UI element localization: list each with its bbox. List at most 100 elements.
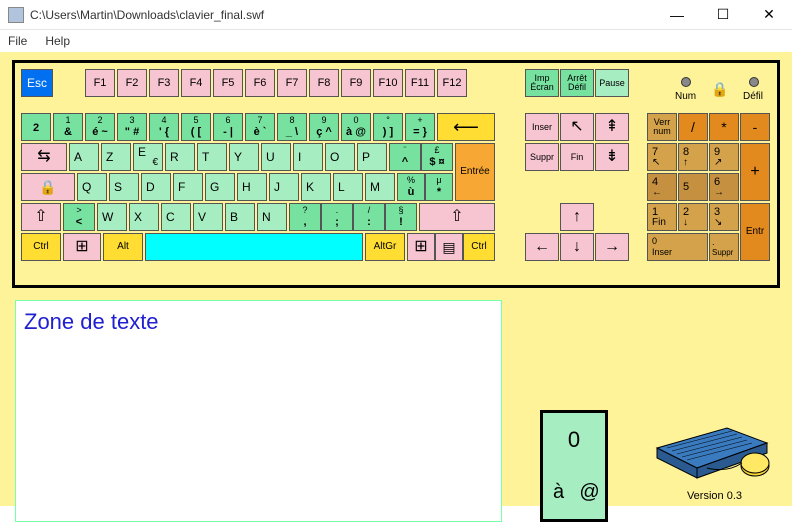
key-mu[interactable]: μ* [425, 173, 453, 201]
key-numlock[interactable]: Verr num [647, 113, 677, 141]
key-t[interactable]: T [197, 143, 227, 171]
key-row1-8[interactable]: 8_ \ [277, 113, 307, 141]
key-altgr[interactable]: AltGr [365, 233, 405, 261]
key-numpad-sub[interactable]: - [740, 113, 770, 141]
key-o[interactable]: O [325, 143, 355, 171]
key-tab[interactable]: ⇆ [21, 143, 67, 171]
key-q[interactable]: Q [77, 173, 107, 201]
key-numpad-6[interactable]: 6→ [709, 173, 739, 201]
key-arrow-left[interactable]: ← [525, 233, 559, 261]
key-numpad-3[interactable]: 3↘ [709, 203, 739, 231]
key-ctrl-right[interactable]: Ctrl [463, 233, 495, 261]
minimize-button[interactable]: — [654, 0, 700, 30]
key-backspace[interactable]: ⟵ [437, 113, 495, 141]
key-numpad-add[interactable]: + [740, 143, 770, 201]
key-h[interactable]: H [237, 173, 267, 201]
key-row1-2[interactable]: 2é ~ [85, 113, 115, 141]
text-area[interactable]: Zone de texte [15, 300, 502, 522]
key-f[interactable]: F [173, 173, 203, 201]
key-numpad-1[interactable]: 1Fin [647, 203, 677, 231]
key-m[interactable]: M [365, 173, 395, 201]
key-pause[interactable]: Pause [595, 69, 629, 97]
key-f9[interactable]: F9 [341, 69, 371, 97]
key-f1[interactable]: F1 [85, 69, 115, 97]
key-shift-left[interactable]: ⇧ [21, 203, 61, 231]
key-menu[interactable]: ▤ [435, 233, 463, 261]
key-f12[interactable]: F12 [437, 69, 467, 97]
key-row1-12[interactable]: += } [405, 113, 435, 141]
key-f8[interactable]: F8 [309, 69, 339, 97]
key-k[interactable]: K [301, 173, 331, 201]
key-i[interactable]: I [293, 143, 323, 171]
key-numpad-0[interactable]: 0Inser [647, 233, 708, 261]
key-row1-9[interactable]: 9ç ^ [309, 113, 339, 141]
key-space[interactable] [145, 233, 363, 261]
menu-file[interactable]: File [8, 34, 27, 48]
key-a[interactable]: A [69, 143, 99, 171]
key-numpad-enter[interactable]: Entr [740, 203, 770, 261]
key-z[interactable]: Z [101, 143, 131, 171]
key-f11[interactable]: F11 [405, 69, 435, 97]
key-semicolon[interactable]: .; [321, 203, 353, 231]
key-numpad-9[interactable]: 9↗ [709, 143, 739, 171]
key-row1-5[interactable]: 5( [ [181, 113, 211, 141]
key-win-right[interactable]: ⊞ [407, 233, 435, 261]
key-d[interactable]: D [141, 173, 171, 201]
key-less[interactable]: >< [63, 203, 95, 231]
key-print-screen[interactable]: Imp Écran [525, 69, 559, 97]
maximize-button[interactable]: ☐ [700, 0, 746, 30]
key-colon[interactable]: /: [353, 203, 385, 231]
close-button[interactable]: ✕ [746, 0, 792, 30]
key-home[interactable]: ↖ [560, 113, 594, 141]
key-end[interactable]: Fin [560, 143, 594, 171]
key-comma[interactable]: ?, [289, 203, 321, 231]
key-caps-lock[interactable]: 🔒 [21, 173, 75, 201]
key-f2[interactable]: F2 [117, 69, 147, 97]
key-numpad-7[interactable]: 7↖ [647, 143, 677, 171]
key-esc[interactable]: Esc [21, 69, 53, 97]
key-f5[interactable]: F5 [213, 69, 243, 97]
key-arrow-up[interactable]: ↑ [560, 203, 594, 231]
key-scroll-lock[interactable]: Arrêt Défil [560, 69, 594, 97]
key-b[interactable]: B [225, 203, 255, 231]
key-r[interactable]: R [165, 143, 195, 171]
key-f7[interactable]: F7 [277, 69, 307, 97]
key-v[interactable]: V [193, 203, 223, 231]
key-numpad-mul[interactable]: * [709, 113, 739, 141]
key-f6[interactable]: F6 [245, 69, 275, 97]
key-g[interactable]: G [205, 173, 235, 201]
key-dollar[interactable]: £$ ¤ [421, 143, 453, 171]
key-numpad-5[interactable]: 5 [678, 173, 708, 201]
key-numpad-dot[interactable]: .Suppr [709, 233, 739, 261]
key-pgdn[interactable]: ⇟ [595, 143, 629, 171]
key-enter[interactable]: Entrée [455, 143, 495, 201]
key-pgup[interactable]: ⇞ [595, 113, 629, 141]
key-exclaim[interactable]: §! [385, 203, 417, 231]
key-row1-4[interactable]: 4' { [149, 113, 179, 141]
key-row1-0[interactable]: 2 [21, 113, 51, 141]
key-c[interactable]: C [161, 203, 191, 231]
key-circumflex[interactable]: ¨^ [389, 143, 421, 171]
key-numpad-4[interactable]: 4← [647, 173, 677, 201]
key-f3[interactable]: F3 [149, 69, 179, 97]
key-row1-7[interactable]: 7è ` [245, 113, 275, 141]
key-shift-right[interactable]: ⇧ [419, 203, 495, 231]
key-n[interactable]: N [257, 203, 287, 231]
key-row1-10[interactable]: 0à @ [341, 113, 371, 141]
key-l[interactable]: L [333, 173, 363, 201]
key-win-left[interactable]: ⊞ [63, 233, 101, 261]
key-p[interactable]: P [357, 143, 387, 171]
key-arrow-right[interactable]: → [595, 233, 629, 261]
key-row1-3[interactable]: 3" # [117, 113, 147, 141]
key-row1-11[interactable]: °) ] [373, 113, 403, 141]
key-y[interactable]: Y [229, 143, 259, 171]
key-delete[interactable]: Suppr [525, 143, 559, 171]
key-insert[interactable]: Inser [525, 113, 559, 141]
key-s[interactable]: S [109, 173, 139, 201]
key-w[interactable]: W [97, 203, 127, 231]
key-ctrl-left[interactable]: Ctrl [21, 233, 61, 261]
key-f10[interactable]: F10 [373, 69, 403, 97]
key-e[interactable]: E€ [133, 143, 163, 171]
key-arrow-down[interactable]: ↓ [560, 233, 594, 261]
key-numpad-div[interactable]: / [678, 113, 708, 141]
